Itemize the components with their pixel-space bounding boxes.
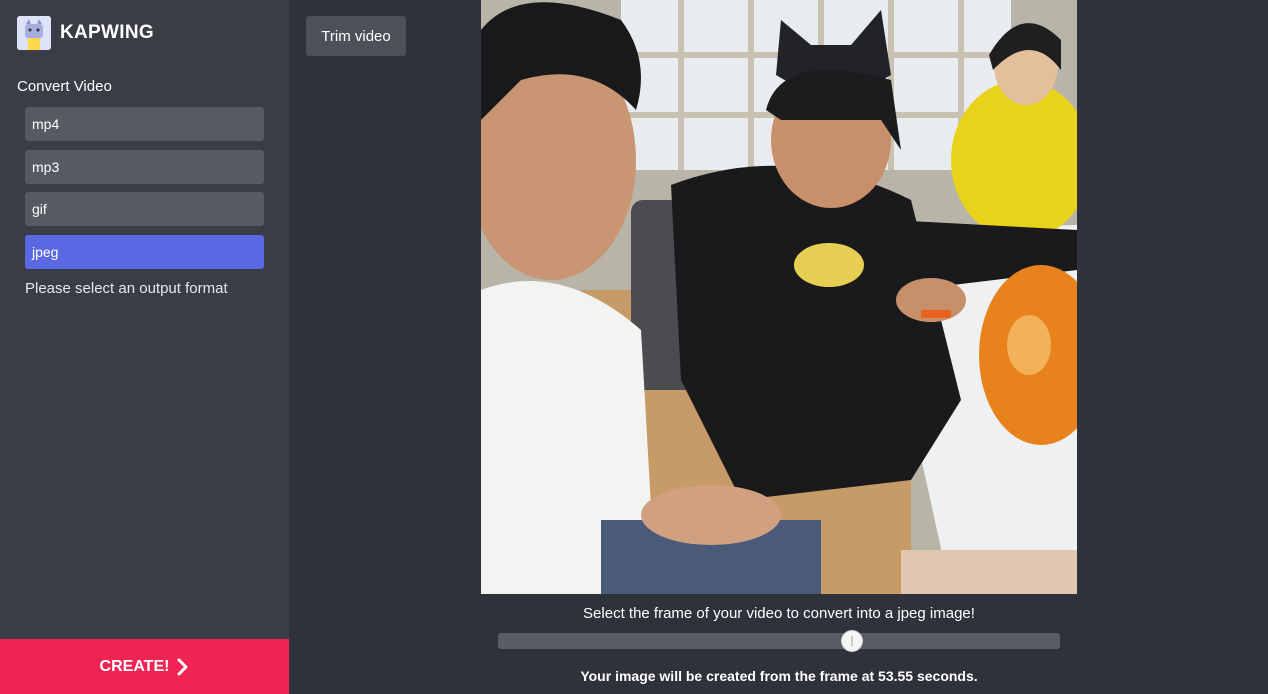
- format-list: mp4 mp3 gif jpeg: [25, 107, 264, 277]
- frame-slider[interactable]: [498, 630, 1060, 652]
- format-hint: Please select an output format: [25, 280, 228, 297]
- slider-grip: [851, 636, 854, 646]
- format-option-gif[interactable]: gif: [25, 192, 264, 226]
- create-button-label: CREATE!: [99, 657, 170, 675]
- frame-time-note: Your image will be created from the fram…: [580, 668, 978, 684]
- format-option-mp4[interactable]: mp4: [25, 107, 264, 141]
- format-option-mp3[interactable]: mp3: [25, 149, 264, 184]
- brand-name: KAPWING: [60, 22, 154, 43]
- frame-select-caption: Select the frame of your video to conver…: [583, 605, 975, 622]
- create-button[interactable]: CREATE!: [0, 639, 289, 694]
- sidebar: KAPWING Convert Video mp4 mp3 gif jpeg P…: [0, 0, 289, 694]
- chevron-right-icon: [177, 658, 189, 676]
- kapwing-cat-logo-icon: [17, 16, 51, 50]
- video-frame-preview: [481, 0, 1077, 594]
- app: KAPWING Convert Video mp4 mp3 gif jpeg P…: [0, 0, 1268, 694]
- frame-slider-thumb[interactable]: [841, 630, 864, 652]
- brand[interactable]: KAPWING: [17, 16, 154, 50]
- section-title: Convert Video: [17, 78, 112, 95]
- video-frame-image: [481, 0, 1077, 594]
- trim-video-button[interactable]: Trim video: [306, 16, 406, 56]
- format-option-jpeg[interactable]: jpeg: [25, 234, 264, 269]
